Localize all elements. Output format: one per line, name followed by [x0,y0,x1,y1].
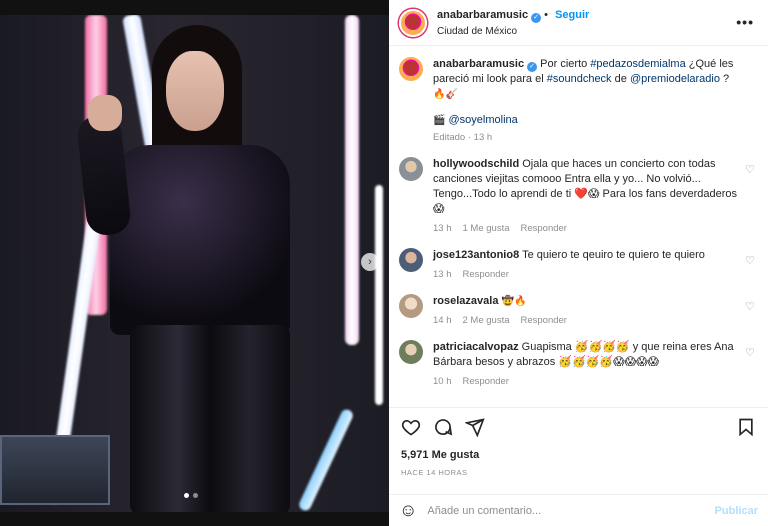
commenter-username[interactable]: roselazavala [433,295,498,307]
post-header: anabarbaramusic ✓ • Seguir Ciudad de Méxi… [389,0,768,46]
caption-meta: Editado · 13 h [433,132,756,143]
blue-light-tube [297,407,355,512]
comment-meta: 13 h Responder [433,269,740,280]
hashtag-link[interactable]: #soundcheck [547,73,612,85]
emoji-picker-icon[interactable]: ☺ [399,500,417,521]
reply-button[interactable]: Responder [463,376,509,387]
next-image-arrow-icon[interactable]: › [361,253,379,271]
likes-count[interactable]: 5,971 Me gusta [401,449,479,461]
post-media: › [0,0,389,526]
comment-icon[interactable] [433,417,453,437]
carousel-dots [184,493,198,498]
mention-link[interactable]: @premiodelaradio [630,73,720,85]
commenter-avatar[interactable] [399,294,423,318]
comment-likes[interactable]: 2 Me gusta [463,315,510,326]
reply-button[interactable]: Responder [521,315,567,326]
like-comment-heart-icon[interactable]: ♡ [745,256,756,267]
commenter-avatar[interactable] [399,157,423,181]
like-comment-heart-icon[interactable]: ♡ [745,302,756,313]
separator-dot: • [544,8,549,21]
post-photo[interactable] [0,15,389,512]
commenter-avatar[interactable] [399,340,423,364]
commenter-avatar[interactable] [399,248,423,272]
woman-hand [88,95,122,131]
caption-text-1: Por cierto [540,58,588,70]
reply-button[interactable]: Responder [521,223,567,234]
author-username[interactable]: anabarbaramusic [437,9,528,21]
carousel-dot [193,493,198,498]
heart-icon[interactable] [401,417,421,437]
comment-time: 13 h [433,223,452,234]
comment-meta: 10 h Responder [433,376,740,387]
like-comment-heart-icon[interactable]: ♡ [745,348,756,359]
comment-item: jose123antonio8 Te quiero te qeuiro te q… [399,248,756,280]
carousel-dot-active [184,493,189,498]
bookmark-icon[interactable] [736,417,756,437]
comment-text-block: jose123antonio8 Te quiero te qeuiro te q… [433,248,740,263]
more-options-icon[interactable]: ••• [736,14,754,30]
photo-credit: 🎬 @soyelmolina [433,114,756,126]
comment-text-block: patriciacalvopaz Guapisma 🥳🥳🥳🥳 y que rei… [433,340,740,370]
caption: anabarbaramusic ✓ Por cierto #pedazosdemi… [399,57,756,143]
equipment-case [0,435,110,505]
white-light-tube-right-2 [375,185,383,405]
comment-item: patriciacalvopaz Guapisma 🥳🥳🥳🥳 y que rei… [399,340,756,387]
caption-text-4: ? [723,73,730,85]
caption-avatar[interactable] [399,57,423,81]
verified-badge-icon: ✓ [531,12,542,23]
credit-mention-link[interactable]: @soyelmolina [449,114,518,126]
verified-badge-icon: ✓ [527,62,538,72]
clapper-icon: 🎬 [433,115,446,126]
comment-text: 🤠🔥 [501,296,527,307]
caption-text-3: de [614,73,627,85]
comment-meta: 14 h 2 Me gusta Responder [433,315,740,326]
post-time: HACE 14 HORAS [401,468,468,477]
woman-legs [130,325,290,512]
commenter-username[interactable]: hollywoodschild [433,158,519,170]
comment-text: Te quiero te qeuiro te quiero te quiero [522,249,705,261]
reply-button[interactable]: Responder [463,269,509,280]
comments-scroll[interactable]: anabarbaramusic ✓ Por cierto #pedazosdemi… [389,47,768,407]
share-icon[interactable] [465,417,485,437]
author-info: anabarbaramusic ✓ • Seguir Ciudad de Méxi… [437,9,589,37]
location-link[interactable]: Ciudad de México [437,26,589,37]
comment-time: 10 h [433,376,452,387]
comment-text-block: hollywoodschild Ojala que haces un conci… [433,157,740,217]
woman-torso [110,145,290,335]
edited-label: Editado · 13 h [433,132,493,143]
caption-emojis: 🔥🎸 [433,89,458,100]
comment-time: 13 h [433,269,452,280]
publish-button[interactable]: Publicar [715,505,758,517]
post-sidebar: anabarbaramusic ✓ • Seguir Ciudad de Méxi… [389,0,768,526]
comment-text-block: roselazavala 🤠🔥 [433,294,740,309]
woman-face [166,51,224,131]
comment-likes[interactable]: 1 Me gusta [463,223,510,234]
white-light-tube-right [345,15,359,345]
comment-meta: 13 h 1 Me gusta Responder [433,223,740,234]
caption-text: anabarbaramusic ✓ Por cierto #pedazosdemi… [433,57,756,102]
follow-button[interactable]: Seguir [555,9,589,21]
author-avatar[interactable] [399,8,427,37]
hashtag-link[interactable]: #pedazosdemialma [590,58,685,70]
comment-time: 14 h [433,315,452,326]
instagram-post: › anabarbaramusic ✓ • Seguir Ciudad de Mé… [0,0,768,526]
commenter-username[interactable]: patriciacalvopaz [433,341,519,353]
comment-input[interactable] [427,504,705,517]
comment-item: roselazavala 🤠🔥 14 h 2 Me gusta Responde… [399,294,756,326]
comment-bar: ☺ Publicar [389,494,768,526]
like-comment-heart-icon[interactable]: ♡ [745,165,756,176]
post-actions [389,407,768,445]
caption-username[interactable]: anabarbaramusic [433,58,524,70]
commenter-username[interactable]: jose123antonio8 [433,249,519,261]
comment-item: hollywoodschild Ojala que haces un conci… [399,157,756,234]
